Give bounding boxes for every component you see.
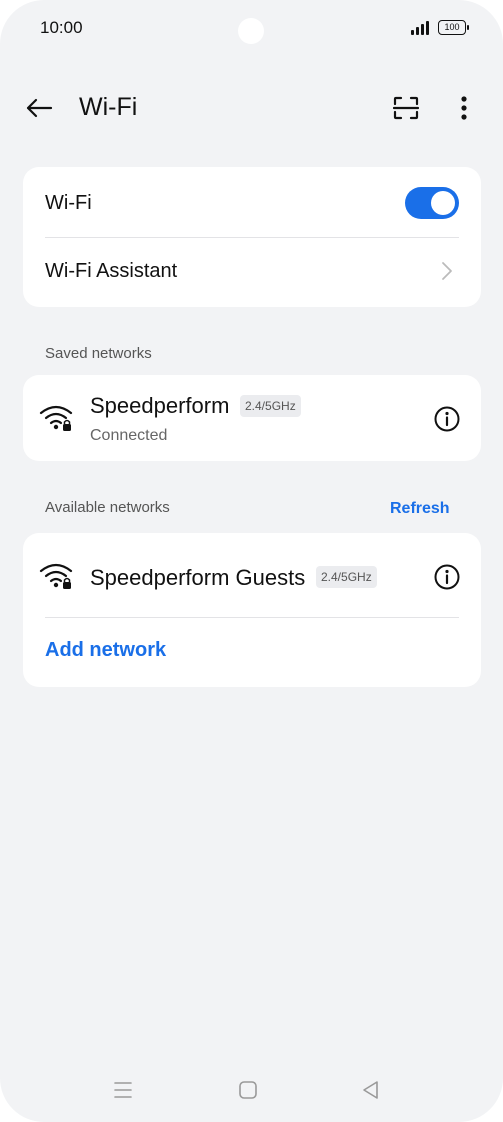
network-name: Speedperform [90,393,230,418]
wifi-label: Wi-Fi [45,192,92,214]
wifi-toggle[interactable] [405,187,459,219]
info-icon[interactable] [433,405,461,433]
navigation-bar [0,1070,503,1110]
more-vert-icon [461,96,467,120]
toggle-knob [431,191,455,215]
available-networks-heading: Available networks [45,499,170,516]
battery-icon: 100 [438,20,469,35]
camera-cutout [238,18,264,44]
wifi-assistant-label: Wi-Fi Assistant [45,260,178,282]
available-network-item[interactable]: Speedperform Guests 2.4/5GHz [23,533,481,617]
more-options-button[interactable] [450,90,478,126]
back-button[interactable] [20,90,58,126]
chevron-right-icon [442,262,452,280]
scan-qr-button[interactable] [388,90,424,126]
phone-screen: 10:00 100 Wi-Fi Wi-Fi Wi-Fi Assistant Sa… [0,0,503,1122]
wifi-assistant-row[interactable]: Wi-Fi Assistant [23,238,481,307]
status-time: 10:00 [40,18,83,37]
band-badge: 2.4/5GHz [240,395,301,417]
saved-networks-heading: Saved networks [45,345,152,362]
available-networks-card: Speedperform Guests 2.4/5GHz Add network [23,533,481,687]
refresh-button[interactable]: Refresh [390,500,450,518]
network-name: Speedperform Guests [90,565,306,590]
back-arrow-icon [26,98,53,118]
page-title: Wi-Fi [79,93,138,121]
network-status: Connected [90,427,168,444]
status-bar: 10:00 100 [0,0,503,58]
wifi-lock-icon [39,563,73,589]
saved-network-item[interactable]: Speedperform 2.4/5GHz Connected [23,375,481,461]
home-icon[interactable] [236,1078,260,1102]
info-icon[interactable] [433,563,461,591]
wifi-toggle-row[interactable]: Wi-Fi [23,167,481,237]
wifi-lock-icon [39,405,73,431]
divider [45,617,459,618]
scan-icon [393,96,419,120]
band-badge: 2.4/5GHz [316,566,377,588]
signal-icon [411,21,433,35]
add-network-button[interactable]: Add network [45,639,166,662]
wifi-settings-card: Wi-Fi Wi-Fi Assistant [23,167,481,307]
menu-icon[interactable] [111,1078,135,1102]
back-triangle-icon[interactable] [359,1078,383,1102]
app-header: Wi-Fi [0,80,503,136]
